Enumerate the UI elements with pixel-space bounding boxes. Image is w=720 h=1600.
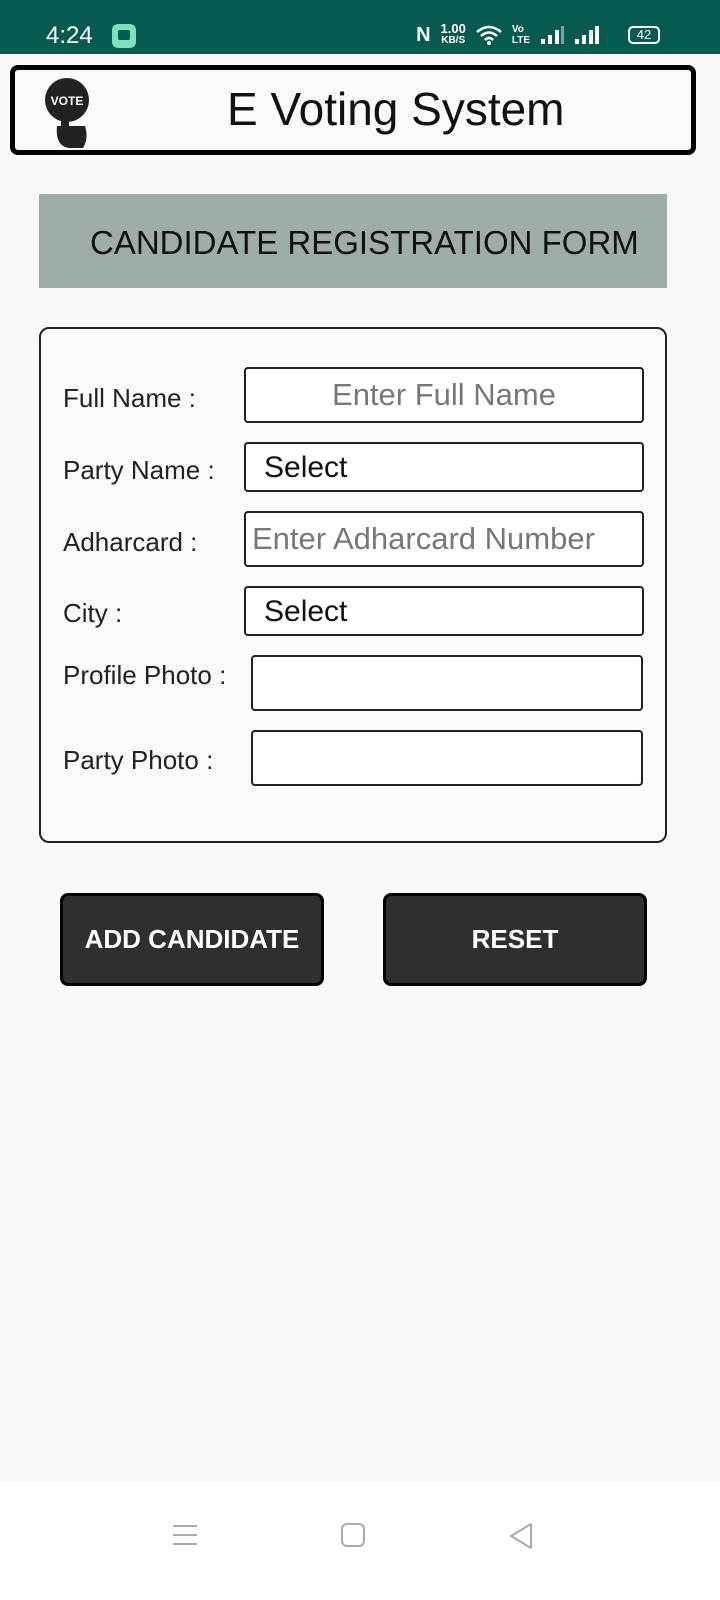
vote-hand-icon: VOTE	[45, 78, 89, 148]
signal-icon-1	[541, 26, 564, 44]
signal-icon-2	[575, 26, 599, 44]
form-title: CANDIDATE REGISTRATION FORM	[90, 224, 639, 261]
network-speed: 1.00 KB/S	[440, 21, 466, 46]
menu-icon[interactable]	[172, 1522, 198, 1548]
logo-text: VOTE	[51, 94, 84, 108]
adharcard-field[interactable]	[244, 511, 644, 567]
battery-icon: 42	[628, 26, 660, 44]
city-selected: Select	[264, 595, 348, 628]
status-bar: 4:24 N 1.00 KB/S Vo LTE 42	[0, 0, 720, 54]
status-time: 4:24	[46, 22, 93, 49]
full-name-label: Full Name :	[63, 383, 196, 413]
app-title: E Voting System	[227, 83, 565, 135]
party-photo-label: Party Photo :	[63, 745, 214, 775]
reset-button[interactable]: RESET	[383, 893, 647, 986]
app-header: VOTE E Voting System	[10, 65, 696, 155]
full-name-input[interactable]	[246, 369, 642, 421]
status-indicators: N 1.00 KB/S Vo LTE	[416, 20, 600, 50]
party-name-label: Party Name :	[63, 455, 215, 485]
adharcard-label: Adharcard :	[63, 527, 198, 557]
party-name-selected: Select	[264, 451, 348, 484]
nfc-icon: N	[416, 23, 431, 46]
message-app-icon	[112, 24, 136, 48]
volte-indicator: Vo LTE	[511, 24, 530, 46]
home-icon[interactable]	[340, 1522, 366, 1548]
wifi-icon	[476, 25, 502, 45]
profile-photo-label: Profile Photo :	[63, 660, 227, 690]
adharcard-input[interactable]	[246, 513, 642, 565]
system-nav-bar	[0, 1482, 720, 1600]
profile-photo-picker[interactable]	[251, 655, 643, 711]
party-photo-picker[interactable]	[251, 730, 643, 786]
full-name-field[interactable]	[244, 367, 644, 423]
party-name-select[interactable]: Select	[244, 442, 644, 492]
registration-form: Full Name : Party Name : Select Adharcar…	[39, 327, 667, 843]
city-label: City :	[63, 598, 123, 628]
add-candidate-button[interactable]: ADD CANDIDATE	[60, 893, 324, 986]
back-icon[interactable]	[508, 1522, 534, 1550]
city-select[interactable]: Select	[244, 586, 644, 636]
form-title-bar: CANDIDATE REGISTRATION FORM	[39, 194, 667, 288]
